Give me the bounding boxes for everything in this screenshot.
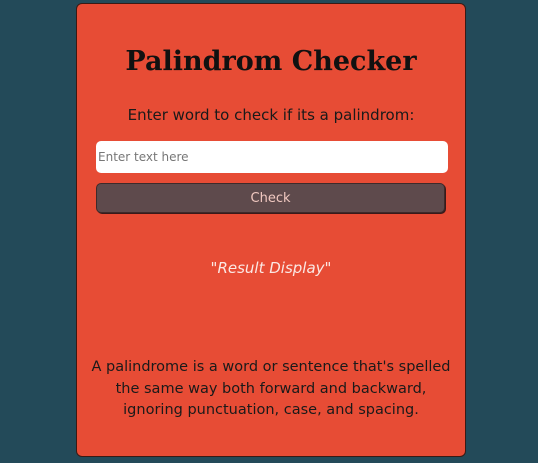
palindrome-card: Palindrom Checker Enter word to check if… (76, 3, 466, 457)
input-prompt: Enter word to check if its a palindrom: (127, 106, 415, 124)
page-title: Palindrom Checker (125, 46, 417, 77)
text-input[interactable] (96, 141, 448, 173)
check-button[interactable]: Check (96, 183, 445, 213)
result-display: "Result Display" (210, 259, 332, 277)
palindrome-info: A palindrome is a word or sentence that'… (91, 359, 451, 418)
